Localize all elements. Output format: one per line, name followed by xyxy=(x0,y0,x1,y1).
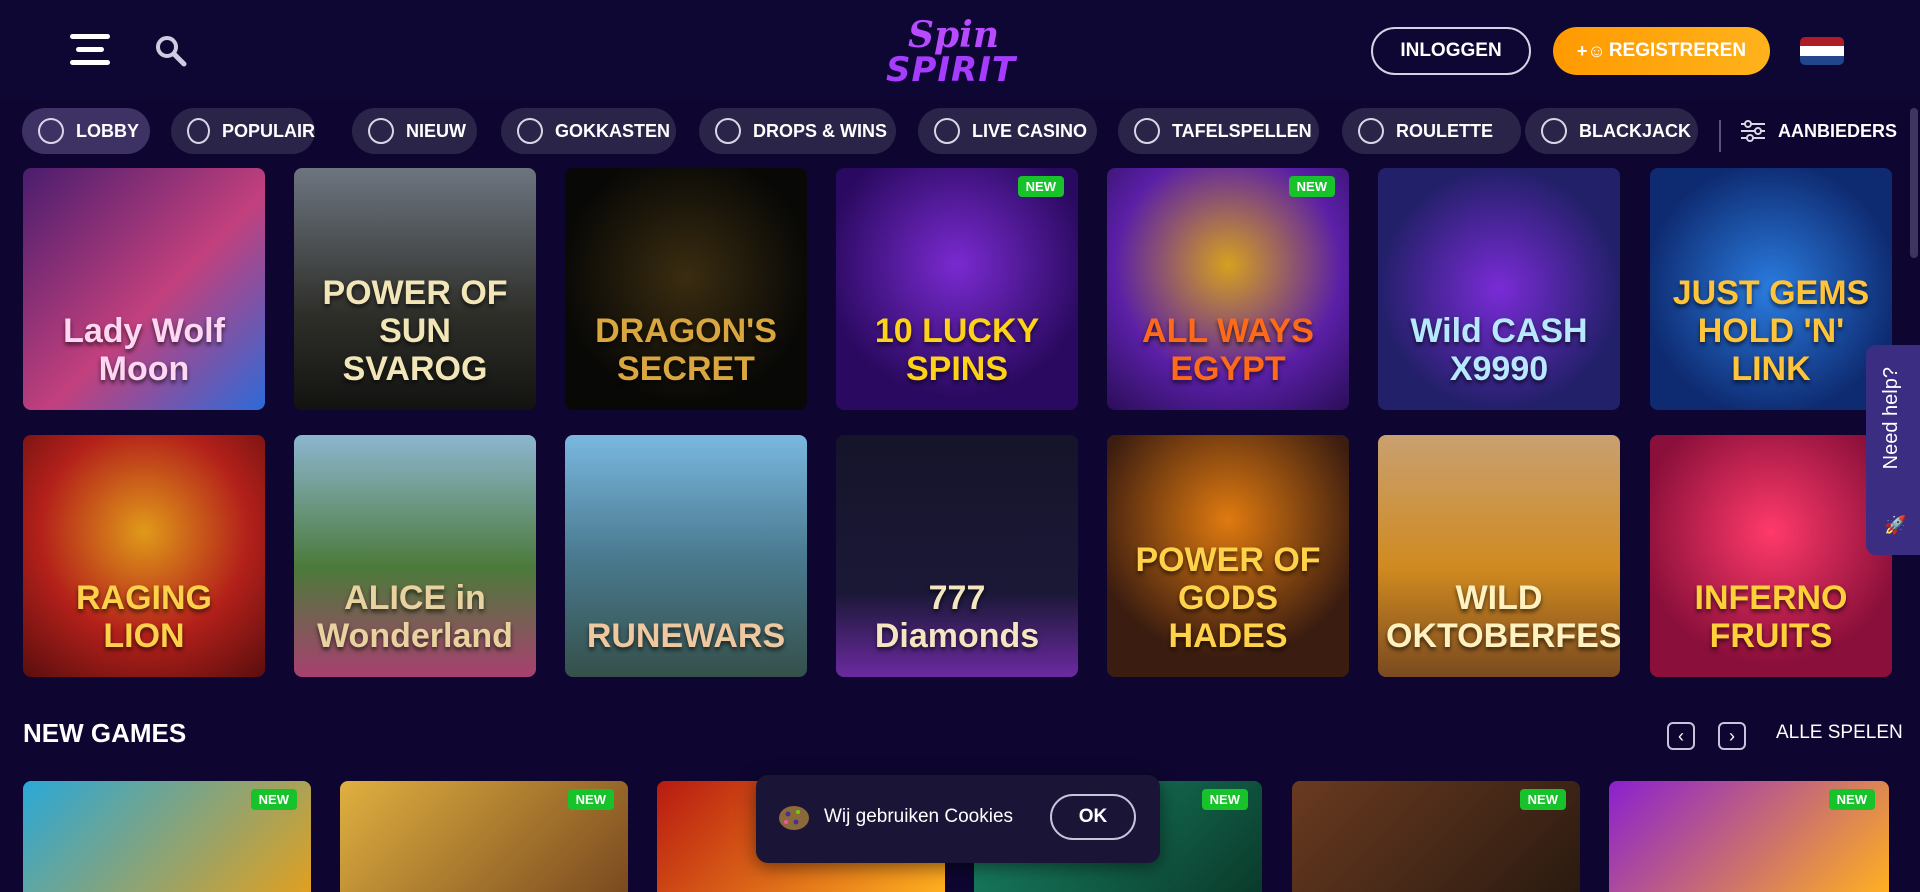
game-title: POWER OF SUN SVAROG xyxy=(322,274,508,388)
register-button[interactable]: +☺ REGISTREREN xyxy=(1553,27,1770,75)
game-tile[interactable]: JUST GEMS HOLD 'N' LINK xyxy=(1650,168,1892,410)
help-label: Need help? xyxy=(1880,367,1902,470)
new-badge: NEW xyxy=(250,789,297,810)
nav-tab-nieuw[interactable]: NIEUW xyxy=(352,108,477,154)
game-tile[interactable]: 777 Diamonds xyxy=(836,435,1078,677)
cookie-banner: Wij gebruiken Cookies OK xyxy=(756,775,1160,863)
game-tile[interactable]: POWER OF SUN SVAROG xyxy=(294,168,536,410)
new-game-tile[interactable]: NEW xyxy=(1292,781,1580,892)
rocket-icon: 🚀 xyxy=(1884,515,1907,535)
register-icon: +☺ xyxy=(1576,40,1606,61)
game-title: ALICE in Wonderland xyxy=(317,579,513,655)
nav-tab-label: TAFELSPELLEN xyxy=(1172,120,1312,141)
game-tile[interactable]: Lady Wolf Moon xyxy=(23,168,265,410)
providers-label: AANBIEDERS xyxy=(1778,120,1898,141)
game-title: DRAGON'S SECRET xyxy=(595,312,777,388)
nav-tab-drops-wins[interactable]: DROPS & WINS xyxy=(699,108,896,154)
game-tile[interactable]: RUNEWARS xyxy=(565,435,807,677)
nav-tab-lobby[interactable]: LOBBY xyxy=(22,108,150,154)
game-tile[interactable]: RAGING LION xyxy=(23,435,265,677)
spin-spirit-logo[interactable]: Spin SPIRIT xyxy=(882,12,1032,90)
nav-tab-label: ROULETTE xyxy=(1396,120,1493,141)
menu-icon[interactable] xyxy=(70,34,110,66)
chevron-right-icon[interactable]: › xyxy=(1718,722,1746,750)
game-title: Wild CASH X9990 xyxy=(1410,312,1588,388)
search-icon[interactable] xyxy=(154,34,188,68)
flag-stripe-white xyxy=(1800,46,1844,56)
game-title: INFERNO FRUITS xyxy=(1694,579,1848,655)
help-tab[interactable]: Need help? 🚀 xyxy=(1866,345,1920,555)
nav-tab-label: POPULAIR xyxy=(221,120,315,141)
nav-tab-label: DROPS & WINS xyxy=(753,120,888,141)
sun-icon xyxy=(187,118,210,144)
live-casino-icon xyxy=(934,118,960,144)
category-nav: AANBIEDERS LOBBY POPULAIR NIEUW GOKKASTEN DR… xyxy=(0,108,1920,158)
login-button[interactable]: INLOGGEN xyxy=(1371,27,1531,75)
game-tile[interactable]: ALL WAYS EGYPT NEW xyxy=(1107,168,1349,410)
nav-tab-live-casino[interactable]: LIVE CASINO xyxy=(918,108,1097,154)
game-title: ALL WAYS EGYPT xyxy=(1142,312,1314,388)
nav-tab-tafelspellen[interactable]: TAFELSPELLEN xyxy=(1118,108,1319,154)
blackjack-icon xyxy=(1541,118,1567,144)
game-title: RUNEWARS xyxy=(586,617,786,655)
new-badge: NEW xyxy=(1017,176,1064,197)
page-scrollbar[interactable] xyxy=(1910,108,1918,258)
roulette-icon xyxy=(1358,118,1384,144)
all-games-link[interactable]: ALLE SPELEN xyxy=(1776,722,1903,744)
logo-text-bottom: SPIRIT xyxy=(886,50,1017,90)
new-game-tile[interactable]: NEW xyxy=(1609,781,1889,892)
nav-tab-roulette[interactable]: ROULETTE xyxy=(1342,108,1521,154)
new-badge: NEW xyxy=(1828,789,1875,810)
cookie-icon xyxy=(779,806,809,830)
new-badge: NEW xyxy=(1288,176,1335,197)
game-tile[interactable]: DRAGON'S SECRET xyxy=(565,168,807,410)
filter-icon xyxy=(1741,120,1765,142)
game-tile[interactable]: POWER OF GODS HADES xyxy=(1107,435,1349,677)
game-tile[interactable]: INFERNO FRUITS xyxy=(1650,435,1892,677)
nav-tab-label: GOKKASTEN xyxy=(555,120,671,141)
register-label: REGISTREREN xyxy=(1608,40,1747,61)
game-title: RAGING LION xyxy=(76,579,212,655)
game-title: JUST GEMS HOLD 'N' LINK xyxy=(1672,274,1870,388)
new-games-title: NEW GAMES xyxy=(23,718,187,748)
game-title: Lady Wolf Moon xyxy=(63,312,225,388)
language-flag[interactable] xyxy=(1800,37,1844,65)
nav-tab-label: LOBBY xyxy=(76,120,139,141)
new-badge: NEW xyxy=(567,789,614,810)
game-title: POWER OF GODS HADES xyxy=(1135,541,1321,655)
providers-button[interactable]: AANBIEDERS xyxy=(1740,108,1897,154)
nav-tab-label: BLACKJACK xyxy=(1579,120,1691,141)
new-game-tile[interactable]: NEW xyxy=(340,781,628,892)
nav-tab-blackjack[interactable]: BLACKJACK xyxy=(1525,108,1698,154)
chevron-left-icon[interactable]: ‹ xyxy=(1667,722,1695,750)
nav-tab-label: NIEUW xyxy=(406,120,466,141)
game-title: 777 Diamonds xyxy=(874,579,1040,655)
nav-tab-populair[interactable]: POPULAIR xyxy=(171,108,315,154)
new-badge: NEW xyxy=(1519,789,1566,810)
flag-stripe-red xyxy=(1800,37,1844,47)
nav-tab-gokkasten[interactable]: GOKKASTEN xyxy=(501,108,676,154)
drop-icon xyxy=(715,118,741,144)
game-title: WILD OKTOBERFEST xyxy=(1386,579,1620,655)
game-tile[interactable]: Wild CASH X9990 xyxy=(1378,168,1620,410)
game-tile[interactable]: ALICE in Wonderland xyxy=(294,435,536,677)
nav-divider xyxy=(1719,120,1721,152)
table-games-icon xyxy=(1134,118,1160,144)
sparkle-icon xyxy=(368,118,394,144)
site-header: Spin SPIRIT INLOGGEN +☺ REGISTREREN xyxy=(0,0,1920,100)
game-title: 10 LUCKY SPINS xyxy=(874,312,1040,388)
nav-tab-label: LIVE CASINO xyxy=(972,120,1088,141)
flag-stripe-blue xyxy=(1800,55,1844,65)
cookie-text: Wij gebruiken Cookies xyxy=(824,806,1014,827)
lobby-icon xyxy=(38,118,64,144)
game-tile[interactable]: WILD OKTOBERFEST xyxy=(1378,435,1620,677)
cookie-ok-button[interactable]: OK xyxy=(1050,794,1136,840)
new-badge: NEW xyxy=(1201,789,1248,810)
slot-machine-icon xyxy=(517,118,543,144)
game-tile[interactable]: 10 LUCKY SPINS NEW xyxy=(836,168,1078,410)
new-game-tile[interactable]: NEW xyxy=(23,781,311,892)
